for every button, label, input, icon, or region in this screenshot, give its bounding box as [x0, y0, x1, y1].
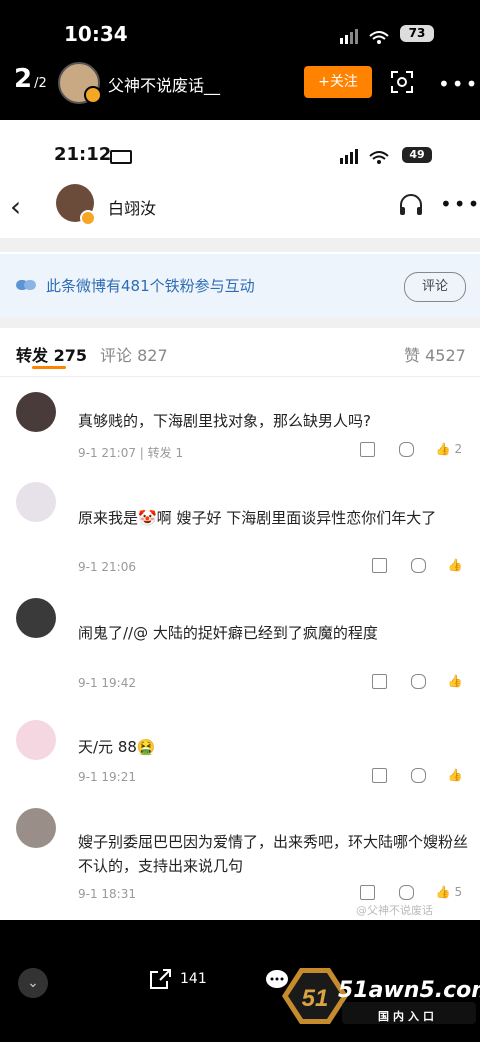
comment-icon[interactable] [398, 885, 414, 900]
comment-icon[interactable] [410, 558, 426, 573]
divider [0, 238, 480, 252]
scan-icon[interactable] [390, 70, 414, 94]
tab-reposts[interactable]: 转发 275 [16, 342, 87, 366]
sleep-mode-icon [110, 150, 132, 164]
like-icon[interactable]: 👍 [436, 442, 451, 456]
fans-icon [16, 280, 36, 290]
repost-actions: 👍 [372, 768, 463, 783]
repost-meta: 9-1 19:42 [78, 676, 136, 690]
banner-text: 此条微博有481个铁粉参与互动 [46, 277, 255, 295]
author-name[interactable]: 父神不说废话__ [108, 72, 220, 96]
active-tab-indicator [32, 366, 66, 369]
comment-icon[interactable] [410, 674, 426, 689]
repost-text: 原来我是🤡啊 嫂子好 下海剧里面谈异性恋你们年大了 [78, 509, 437, 527]
comment-button[interactable]: 评论 [404, 272, 466, 302]
repost-icon[interactable] [148, 968, 172, 990]
repost-text: 闹鬼了//@ 大陆的捉奸癖已经到了疯魔的程度 [78, 624, 378, 642]
embedded-screenshot: 21:12 49 ‹ 白翊汝 ••• 此条微博有481个铁粉参与互动 评论 转发… [0, 120, 480, 920]
divider [0, 376, 480, 377]
tab-likes[interactable]: 赞 4527 [404, 342, 466, 366]
inner-status-time: 21:12 [54, 144, 112, 165]
verified-badge-icon [84, 86, 102, 104]
repost-count: 141 [180, 971, 207, 987]
inner-verified-badge-icon [80, 210, 96, 226]
follow-button[interactable]: +关注 [304, 66, 372, 98]
like-icon[interactable]: 👍 [436, 885, 451, 899]
repost-avatar[interactable] [16, 720, 56, 760]
like-count: 2 [454, 442, 463, 456]
share-icon[interactable] [372, 768, 387, 783]
repost-actions: 👍 [372, 674, 463, 689]
inner-author-name[interactable]: 白翊汝 [108, 195, 156, 219]
more-icon[interactable]: ••• [438, 72, 479, 96]
repost-meta: 9-1 21:06 [78, 560, 136, 574]
signal-wifi-icon [340, 29, 389, 44]
repost-actions: 👍 5 [360, 885, 462, 900]
repost-text: 嫂子别委屈巴巴因为爱情了，出来秀吧，环大陆哪个嫂粉丝不认的，支持出来说几句 [78, 833, 469, 875]
inner-signal-wifi-icon [340, 149, 389, 164]
page-indicator: 2/2 [14, 64, 47, 94]
like-icon[interactable]: 👍 [448, 558, 463, 572]
repost-meta: 9-1 18:31 [78, 887, 136, 901]
repost-text: 真够贱的，下海剧里找对象，那么缺男人吗? [78, 412, 371, 430]
like-icon[interactable]: 👍 [448, 768, 463, 782]
logo-text: 51awn5.com [338, 978, 480, 1003]
like-icon[interactable]: 👍 [448, 674, 463, 688]
comment-icon[interactable] [410, 768, 426, 783]
repost-actions: 👍 2 [360, 442, 462, 457]
inner-more-icon[interactable]: ••• [440, 192, 480, 216]
share-icon[interactable] [372, 558, 387, 573]
share-icon[interactable] [372, 674, 387, 689]
tab-comments[interactable]: 评论 827 [100, 342, 168, 366]
logo-subtext: 国内入口 [378, 1010, 438, 1023]
svg-text:51: 51 [302, 985, 329, 1012]
back-icon[interactable]: ‹ [10, 190, 21, 223]
share-icon[interactable] [360, 885, 375, 900]
repost-avatar[interactable] [16, 808, 56, 848]
listen-headphones-icon[interactable] [398, 192, 424, 218]
share-icon[interactable] [360, 442, 375, 457]
repost-meta: 9-1 19:21 [78, 770, 136, 784]
repost-avatar[interactable] [16, 598, 56, 638]
divider [0, 318, 480, 328]
status-time: 10:34 [64, 22, 128, 46]
like-count: 5 [454, 885, 463, 899]
chevron-down-icon[interactable]: ⌄ [18, 968, 48, 998]
repost-avatar[interactable] [16, 392, 56, 432]
inner-battery-indicator: 49 [402, 147, 432, 163]
repost-text: 天/元 88🤮 [78, 738, 156, 756]
repost-meta: 9-1 21:07 | 转发 1 [78, 446, 184, 460]
repost-actions: 👍 [372, 558, 463, 573]
comment-icon[interactable] [398, 442, 414, 457]
repost-avatar[interactable] [16, 482, 56, 522]
battery-indicator: 73 [400, 25, 434, 42]
watermark: @父神不说废话 [356, 904, 433, 917]
